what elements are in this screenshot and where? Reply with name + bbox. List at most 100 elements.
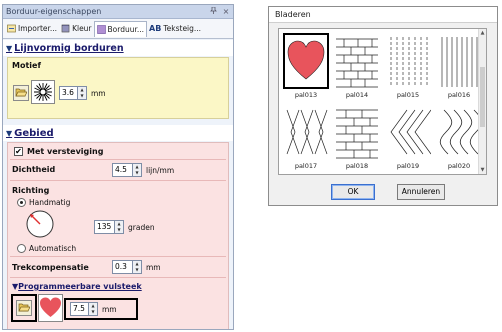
tab-kleur[interactable]: Kleur [59,21,93,37]
reinforcement-checkbox[interactable]: ✔ [14,147,23,156]
pattern-grid: pal013 pal014 pal015 pal016 pal017 pal01… [278,28,487,175]
sunburst-motif-icon [34,83,52,101]
dialog-title: Bladeren [269,7,497,23]
area-group: ✔ Met versteviging Dichtheid 4.5 ▲ ▼ lijn… [7,142,229,329]
vertical-lines-pattern-icon [441,37,478,87]
degrees-spinner[interactable]: 135 ▲ ▼ [94,220,124,234]
dashed-lines-pattern-icon [390,37,428,87]
pattern-name: pal016 [447,91,471,99]
pattern-name: pal019 [396,162,420,170]
pattern-item-pal020[interactable]: pal020 [434,102,484,174]
cancel-button[interactable]: Annuleren [397,184,445,200]
open-folder-button[interactable] [13,85,29,101]
scrollbar-thumb[interactable] [480,67,485,127]
motif-size-unit: mm [91,89,106,98]
direction-dial-icon [26,210,54,238]
vertical-scrollbar[interactable]: ▲ ▼ [478,29,486,174]
diamond-pattern-icon [286,109,328,155]
pattern-name: pal013 [294,91,318,99]
collapse-triangle-icon: ▼ [6,43,13,53]
pattern-item-pal017[interactable]: pal017 [281,102,331,174]
pattern-name: pal017 [294,162,318,170]
direction-label: Richting [12,186,50,195]
tab-label: Teksteig... [163,24,202,33]
embroidery-icon [96,24,106,34]
embroidery-properties-panel: Borduur-eigenschappen × Importer... Kleu… [2,4,234,330]
import-icon [7,24,16,33]
text-ab-icon: AB [149,24,162,33]
pattern-item-pal014[interactable]: pal014 [332,31,382,103]
pattern-item-pal015[interactable]: pal015 [383,31,433,103]
tab-label: Borduur... [107,24,145,34]
open-folder-button[interactable] [16,300,32,316]
panel-title: Borduur-eigenschappen [6,7,102,16]
pattern-size-spinner[interactable]: 7.5 ▲ ▼ [70,302,98,316]
thread-color-icon [61,24,70,33]
open-folder-icon [15,87,28,100]
programmable-fill-heading[interactable]: ▼Programmeerbare vulsteek [12,282,142,291]
degrees-value[interactable]: 135 [94,220,115,234]
section-area: ▼ Gebied ✔ Met versteviging Dichtheid 4.… [3,125,233,329]
manual-label: Handmatig [29,198,71,207]
section-header-linear[interactable]: ▼ Lijnvormig borduren [3,40,233,56]
density-unit: lijn/mm [146,166,175,175]
brick-pattern-icon [336,109,378,159]
close-icon[interactable]: × [222,7,230,16]
collapse-triangle-icon: ▼ [6,128,13,138]
scroll-down-icon[interactable]: ▼ [479,167,486,173]
section-title: Gebied [14,127,54,139]
motif-label: Motief [12,61,41,70]
panel-tabs: Importer... Kleur Borduur... AB Teksteig… [3,19,233,39]
section-header-area[interactable]: ▼ Gebied [3,125,233,141]
pattern-size-value[interactable]: 7.5 [70,302,89,316]
degrees-unit: graden [128,223,155,232]
scroll-up-icon[interactable]: ▲ [479,30,486,36]
heart-icon [40,297,61,317]
density-value[interactable]: 4.5 [112,163,133,177]
pull-compensation-unit: mm [146,263,161,272]
spin-down-icon[interactable]: ▼ [133,267,141,273]
brick-pattern-icon [336,38,378,88]
chevron-pattern-icon [390,109,432,155]
direction-dial[interactable] [25,209,55,239]
pattern-item-pal016[interactable]: pal016 [434,31,484,103]
tab-label: Importer... [18,24,58,33]
pattern-item-pal019[interactable]: pal019 [383,102,433,174]
spin-down-icon[interactable]: ▼ [89,309,97,315]
panel-titlebar: Borduur-eigenschappen × [3,5,233,19]
pattern-item-pal018[interactable]: pal018 [332,102,382,174]
pull-compensation-spinner[interactable]: 0.3 ▲ ▼ [112,260,142,274]
automatic-radio[interactable] [17,244,26,253]
section-title: Lijnvormig borduren [14,42,124,54]
browse-dialog: Bladeren pal013 pal014 pal015 pal016 pal… [268,6,498,206]
pattern-name: pal014 [345,91,369,99]
pattern-preview[interactable] [38,294,63,322]
density-spinner[interactable]: 4.5 ▲ ▼ [112,163,142,177]
spin-down-icon[interactable]: ▼ [78,93,86,99]
motif-size-value[interactable]: 3.6 [59,86,78,100]
reinforcement-label: Met versteviging [27,147,104,156]
pattern-name: pal018 [345,162,369,170]
programmable-fill-title: Programmeerbare vulsteek [18,282,142,291]
pull-compensation-label: Trekcompensatie [12,263,89,272]
automatic-label: Automatisch [29,244,77,253]
tab-teksteig[interactable]: AB Teksteig... [147,21,203,37]
spin-down-icon[interactable]: ▼ [115,227,123,233]
pattern-size-unit: mm [102,305,117,314]
pull-compensation-value[interactable]: 0.3 [112,260,133,274]
tab-label: Kleur [72,24,92,33]
wave-pattern-icon [439,109,483,155]
tab-borduur[interactable]: Borduur... [93,20,148,37]
motif-size-spinner[interactable]: 3.6 ▲ ▼ [59,86,87,100]
density-label: Dichtheid [12,165,56,174]
ok-button[interactable]: OK [331,184,375,200]
pattern-name: pal015 [396,91,420,99]
pin-icon[interactable] [209,6,217,16]
pattern-item-pal013[interactable]: pal013 [281,31,331,103]
spin-down-icon[interactable]: ▼ [133,170,141,176]
heart-icon [287,40,325,80]
tab-importer[interactable]: Importer... [5,21,59,37]
manual-radio[interactable] [17,198,26,207]
motif-preview[interactable] [31,80,55,104]
motif-group: Motief 3.6 ▲ ▼ mm [7,57,229,119]
